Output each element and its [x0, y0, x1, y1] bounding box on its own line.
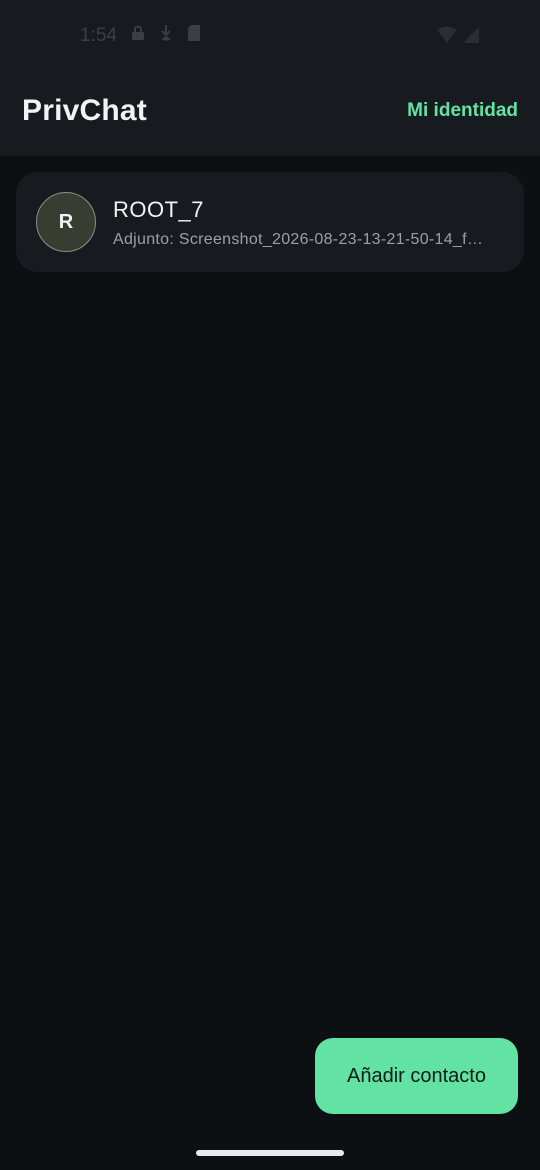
- sd-card-icon: [187, 24, 201, 48]
- signal-icon: [462, 26, 480, 49]
- chat-name: ROOT_7: [113, 197, 205, 222]
- app-bar: PrivChat Mi identidad: [0, 70, 540, 156]
- chat-last-message-preview: Adjunto: Screenshot_2026-08-23-13-21-50-…: [113, 231, 484, 248]
- status-right: [436, 26, 480, 49]
- status-left: 1:54: [80, 24, 201, 48]
- wifi-icon: [436, 26, 458, 49]
- avatar: R: [36, 192, 96, 252]
- lock-icon: [131, 25, 145, 47]
- home-indicator[interactable]: [196, 1150, 344, 1156]
- app-title: PrivChat: [22, 94, 147, 127]
- status-time: 1:54: [80, 25, 117, 46]
- status-bar: 1:54: [0, 0, 540, 70]
- chat-list-item[interactable]: R ROOT_7 Adjunto: Screenshot_2026-08-23-…: [16, 172, 524, 272]
- my-identity-button[interactable]: Mi identidad: [407, 100, 518, 122]
- chat-list: R ROOT_7 Adjunto: Screenshot_2026-08-23-…: [16, 172, 524, 272]
- add-contact-button[interactable]: Añadir contacto: [315, 1038, 518, 1114]
- download-icon: [159, 24, 173, 48]
